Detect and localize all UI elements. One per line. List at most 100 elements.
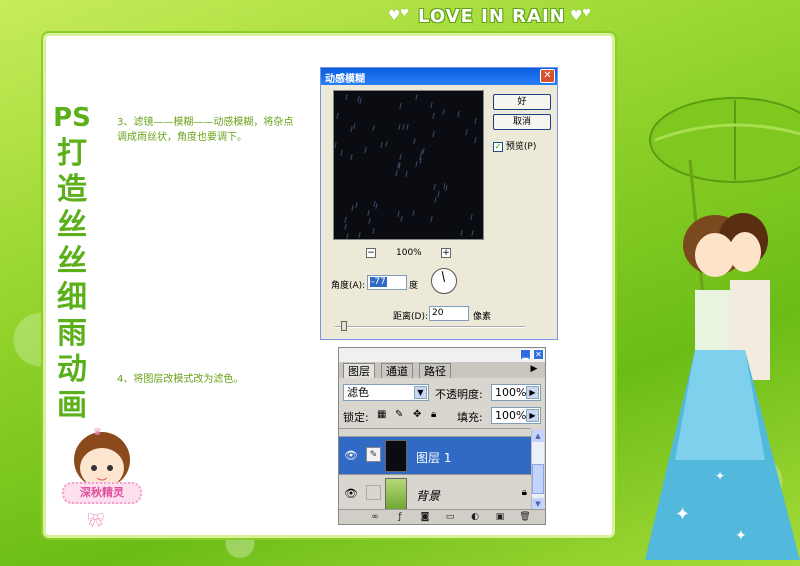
rain-streak [432,112,435,120]
rain-streak [367,209,370,217]
lock-transparency-icon[interactable]: ▦ [377,409,386,420]
title-char: 打 [57,136,87,171]
panel-titlebar[interactable]: ▁ ✕ [339,348,545,362]
rain-streak [437,190,440,198]
svg-text:🎀︎: 🎀︎ [87,512,105,529]
lock-move-icon[interactable]: ✥ [413,409,421,420]
opacity-input[interactable]: 100% ▶ [491,384,541,401]
title-char: 丝 [57,244,87,279]
title-char: PS [53,103,91,133]
svg-text:✦: ✦ [675,504,690,525]
rain-streak [419,157,422,165]
preview-checkbox[interactable]: ✓ 预览(P) [493,139,536,152]
lock-all-icon[interactable]: 🔒︎ [431,409,436,420]
title-char: 丝 [57,208,87,243]
panel-menu-icon[interactable]: ▶ [528,364,540,375]
rain-streak [415,93,418,101]
link-layers-icon[interactable]: ∞ [369,512,381,523]
angle-input[interactable]: -77 [367,275,407,290]
rain-streak [385,140,388,148]
rain-streak [442,108,445,116]
rain-streak [340,149,343,157]
preview-canvas[interactable] [333,90,484,240]
rain-streak [380,141,383,149]
angle-unit: 度 [409,281,419,291]
ok-button[interactable]: 好 [493,94,551,110]
rain-streak [434,196,437,204]
rain-streak [372,124,375,132]
layer-row-layer1[interactable]: 👁︎ ✎ 图层 1 [339,436,531,474]
zoom-level: 100% [396,248,422,258]
close-icon[interactable]: ✕ [540,69,555,83]
distance-slider-track[interactable] [335,326,525,328]
cancel-button[interactable]: 取消 [493,114,551,130]
checkbox-icon[interactable]: ✓ [493,141,503,152]
new-group-icon[interactable]: ▭ [444,512,456,523]
minimize-icon[interactable]: ▁ [520,349,531,360]
rain-streak [397,210,400,218]
angle-label: 角度(A): [331,281,366,291]
rain-streak [474,136,477,144]
tab-channels[interactable]: 通道 [381,363,413,378]
add-mask-icon[interactable]: ◙ [419,512,431,523]
rain-streak [353,122,356,130]
rain-streak [465,128,468,136]
rain-streak [368,217,371,225]
rain-streak [406,123,409,131]
distance-input[interactable]: 20 [429,306,469,321]
scroll-thumb[interactable] [532,464,544,494]
layer-thumbnail [385,440,407,472]
rain-streak [474,117,477,125]
rain-streak [430,215,433,223]
rain-streak [395,169,398,177]
rain-streak [345,93,348,101]
visibility-eye-icon[interactable]: 👁︎ [344,487,358,500]
heart-icon: ♥ [582,8,591,19]
rain-streak [351,204,354,212]
rain-streak [350,125,353,133]
title-char: 细 [57,280,87,315]
fill-label: 填充: [457,411,483,424]
visibility-eye-icon[interactable]: 👁︎ [344,449,358,462]
fill-input[interactable]: 100% ▶ [491,407,541,424]
title-char: 雨 [57,316,87,351]
distance-slider-thumb[interactable] [341,321,347,331]
zoom-in-button[interactable]: + [441,248,451,258]
new-layer-icon[interactable]: ▣ [494,512,506,523]
rain-streak [358,231,361,239]
zoom-out-button[interactable]: − [366,248,376,258]
tab-layers[interactable]: 图层 [343,363,375,378]
close-icon[interactable]: ✕ [533,349,544,360]
trash-icon[interactable]: 🗑︎ [519,512,531,523]
rain-streak [412,209,415,217]
chevron-down-icon: ▼ [414,386,427,399]
title-char: 造 [57,172,87,207]
rain-streak [344,216,347,224]
distance-label: 距离(D): [393,312,428,322]
heart-icon: ♥ [400,8,409,19]
rain-streak [471,229,474,237]
layer-row-background[interactable]: 👁︎ 背景 🔒︎ [339,474,531,512]
tab-paths[interactable]: 路径 [419,363,451,378]
chevron-right-icon: ▶ [526,386,539,399]
rain-streak [402,123,405,131]
dialog-titlebar[interactable]: 动感模糊 ✕ [321,68,557,85]
scroll-up-icon[interactable]: ▲ [532,430,544,442]
adjustment-layer-icon[interactable]: ◐ [469,512,481,523]
rain-streak [364,146,367,154]
rain-streak [350,153,353,161]
lock-brush-icon[interactable]: ✎ [395,409,403,420]
blend-mode-select[interactable]: 滤色 ▼ [343,384,429,401]
rain-streak [398,123,401,131]
site-logo: LOVE IN RAIN [418,6,566,27]
rain-streak [359,97,362,105]
rain-streak [336,112,339,120]
angle-dial[interactable] [431,268,457,294]
layer-style-icon[interactable]: ƒ [394,512,406,523]
layer-thumbnail [385,478,407,510]
layers-scrollbar[interactable]: ▲ ▼ [531,430,544,510]
dialog-title: 动感模糊 [325,74,365,85]
link-slot[interactable] [366,485,381,500]
rain-streak [457,110,460,118]
brush-icon[interactable]: ✎ [366,447,381,462]
